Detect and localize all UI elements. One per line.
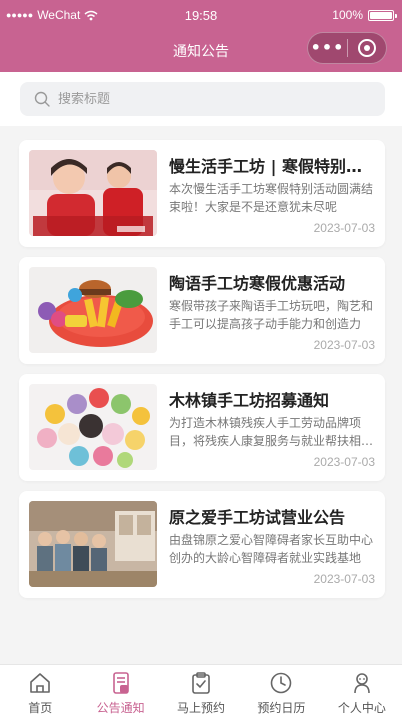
- tab-label: 首页: [28, 701, 53, 715]
- notice-title: 木林镇手工坊招募通知: [169, 391, 330, 410]
- notice-icon: [112, 672, 129, 694]
- tab-calendar[interactable]: 预约日历: [241, 665, 321, 720]
- tab-notice[interactable]: 公告通知: [80, 665, 160, 720]
- tab-bar: 首页 公告通知 马上预约 预约日历 个人中心: [0, 664, 402, 720]
- notice-card[interactable]: 原之爱手工坊试营业公告 由盘锦原之爱心智障碍者家长互助中心创办的大龄心智障碍者就…: [19, 491, 385, 598]
- status-right: 100%: [332, 8, 397, 22]
- notice-title: 陶语手工坊寒假优惠活动: [169, 274, 346, 293]
- more-button[interactable]: •••: [308, 33, 347, 63]
- notice-date: 2023-07-03: [313, 455, 375, 469]
- nav-bar: 通知公告 •••: [0, 30, 402, 72]
- battery-percent: 100%: [332, 8, 363, 22]
- tab-user[interactable]: 个人中心: [322, 665, 402, 720]
- status-bar: ●●●●● WeChat 19:58 100%: [0, 0, 402, 30]
- user-icon: [354, 673, 370, 694]
- notice-card[interactable]: 慢生活手工坊 | 寒假特别活动圆满结束啦 本次慢生活手工坊寒假特别活动圆满结束啦…: [19, 140, 385, 247]
- notice-date: 2023-07-03: [313, 338, 375, 352]
- notice-desc: 寒假带孩子来陶语手工坊玩吧，陶艺和手工可以提高孩子动手能力和创造力: [169, 299, 374, 331]
- tab-label: 个人中心: [337, 701, 386, 715]
- notice-card[interactable]: 陶语手工坊寒假优惠活动 寒假带孩子来陶语手工坊玩吧，陶艺和手工可以提高孩子动手能…: [19, 257, 385, 364]
- workshop-team-photo: [29, 501, 157, 587]
- tab-label: 公告通知: [96, 701, 145, 715]
- close-button[interactable]: [348, 39, 386, 57]
- clay-food-photo: [29, 267, 157, 353]
- felt-dolls-photo: [29, 384, 157, 470]
- close-icon: [357, 39, 376, 57]
- notice-desc: 为打造木林镇残疾人手工劳动品牌项目，将残疾人康复服务与就业帮扶相结合: [169, 416, 374, 448]
- search-icon: [34, 91, 50, 107]
- notice-desc: 本次慢生活手工坊寒假特别活动圆满结束啦！大家是不是还意犹未尽呢: [169, 182, 374, 214]
- search-input[interactable]: [58, 91, 338, 107]
- children-crafts-photo: [29, 150, 157, 236]
- tab-label: 预约日历: [257, 701, 306, 715]
- booking-icon: [192, 672, 210, 694]
- clock-icon: [271, 672, 292, 694]
- notice-title: 慢生活手工坊 | 寒假特别活动圆满结束啦: [169, 157, 375, 176]
- search-bar: [0, 72, 402, 126]
- notice-title: 原之爱手工坊试营业公告: [169, 508, 346, 527]
- notice-desc: 由盘锦原之爱心智障碍者家长互助中心创办的大龄心智障碍者就业实践基地: [169, 533, 374, 565]
- notice-date: 2023-07-03: [313, 572, 375, 586]
- search-box[interactable]: [20, 82, 385, 116]
- tab-home[interactable]: 首页: [0, 665, 80, 720]
- notice-card[interactable]: 木林镇手工坊招募通知 为打造木林镇残疾人手工劳动品牌项目，将残疾人康复服务与就业…: [19, 374, 385, 481]
- home-icon: [30, 673, 51, 693]
- notice-date: 2023-07-03: [313, 221, 375, 235]
- battery-icon: [368, 9, 397, 21]
- miniprogram-capsule: •••: [307, 32, 387, 64]
- tab-booking[interactable]: 马上预约: [161, 665, 241, 720]
- notice-list: 慢生活手工坊 | 寒假特别活动圆满结束啦 本次慢生活手工坊寒假特别活动圆满结束啦…: [19, 140, 385, 608]
- tab-label: 马上预约: [177, 701, 226, 715]
